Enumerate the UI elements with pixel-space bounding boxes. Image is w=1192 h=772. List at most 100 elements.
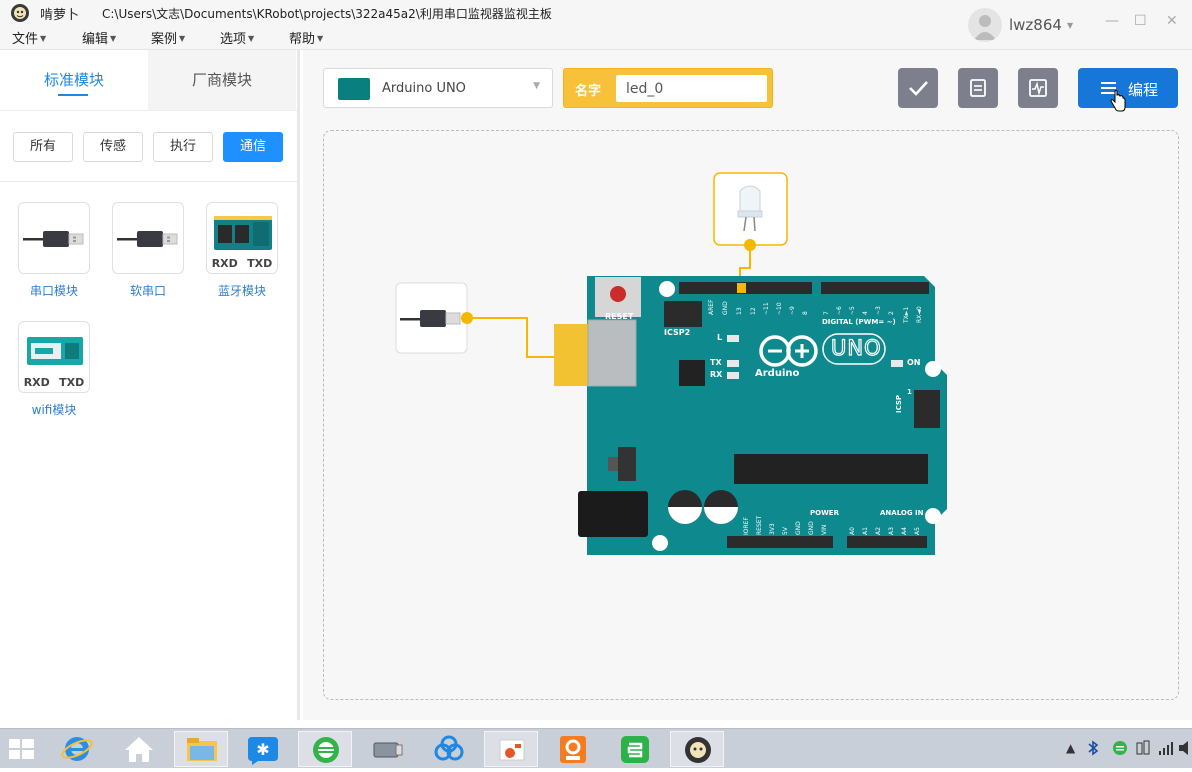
- usb-app-icon: [373, 742, 403, 758]
- star-app-icon: ✱: [248, 737, 278, 765]
- taskbar-green-app[interactable]: [298, 731, 352, 767]
- taskbar-pdf-app[interactable]: [546, 731, 600, 767]
- taskbar-office-app[interactable]: [484, 731, 538, 767]
- avatar-icon: [968, 8, 1002, 42]
- rx-label: RX: [710, 370, 723, 379]
- program-button[interactable]: 编程: [1078, 68, 1178, 112]
- serial-monitor-button[interactable]: [1018, 68, 1058, 108]
- module-card[interactable]: [112, 202, 184, 274]
- on-label: ON: [907, 358, 921, 367]
- volume-icon[interactable]: [1178, 740, 1192, 756]
- save-icon: [970, 79, 986, 97]
- network-icon[interactable]: [1158, 740, 1174, 756]
- pin-label: GND: [722, 301, 729, 315]
- pin-label: IOREF: [743, 517, 750, 535]
- module-wifi[interactable]: RXD TXD wifi模块: [9, 321, 99, 418]
- canvas-drawing: [395, 172, 947, 555]
- hand-cursor-icon: [1110, 90, 1126, 112]
- taskbar-krobot-app[interactable]: [670, 731, 724, 767]
- board-select-value: Arduino UNO: [382, 81, 466, 96]
- app-name: 啃萝卜: [40, 8, 80, 23]
- filter-actuator-button[interactable]: 执行: [153, 132, 213, 162]
- menu-options[interactable]: 选项 ▼: [220, 28, 254, 47]
- analog-label: ANALOG IN: [880, 509, 924, 517]
- verify-button[interactable]: [898, 68, 938, 108]
- pin-label: ~10: [776, 302, 783, 315]
- user-menu[interactable]: lwz864 ▼: [968, 8, 1073, 42]
- monitor-icon: [1029, 79, 1047, 97]
- design-canvas[interactable]: RESET ICSP2 DIGITAL (PWM= ~) Arduino UNO…: [323, 130, 1179, 700]
- module-soft-serial[interactable]: 软串口: [103, 202, 193, 299]
- bluetooth-icon[interactable]: [1087, 740, 1099, 756]
- taskbar-explorer[interactable]: [174, 731, 228, 767]
- led-l-label: L: [717, 333, 723, 342]
- menu-edit[interactable]: 编辑 ▼: [82, 28, 116, 47]
- filter-comm-button[interactable]: 通信: [223, 132, 283, 162]
- sidebar-tabs: 标准模块 厂商模块: [0, 50, 297, 110]
- start-button[interactable]: [0, 731, 44, 767]
- pin-label: RX◄0: [916, 306, 923, 323]
- maximize-button[interactable]: ☐: [1134, 13, 1147, 29]
- tray-device-icon[interactable]: [1135, 740, 1151, 756]
- module-card[interactable]: [18, 202, 90, 274]
- tx-label: TX: [710, 358, 722, 367]
- tray-sync-icon[interactable]: [1112, 740, 1128, 756]
- module-bluetooth[interactable]: RXD TXD 蓝牙模块: [197, 202, 287, 299]
- pin-label: ~11: [763, 302, 770, 315]
- taskbar-cloud-app[interactable]: [422, 731, 476, 767]
- wps-icon: [621, 736, 649, 763]
- filter-all-button[interactable]: 所有: [13, 132, 73, 162]
- pin-label: 2: [888, 311, 895, 315]
- led-node[interactable]: [713, 172, 788, 246]
- tray-expand-icon[interactable]: ▲: [1066, 741, 1075, 755]
- module-serial[interactable]: 串口模块: [9, 202, 99, 299]
- menu-help[interactable]: 帮助 ▼: [289, 28, 323, 47]
- taskbar: ✱ ▲: [0, 728, 1192, 768]
- module-card[interactable]: RXD TXD: [206, 202, 278, 274]
- arduino-board-icon: [338, 78, 370, 100]
- menu-examples[interactable]: 案例 ▼: [151, 28, 185, 47]
- tab-vendor-modules[interactable]: 厂商模块: [148, 50, 296, 110]
- pin-label: AREF: [708, 299, 715, 315]
- pin-label: ~6: [836, 306, 843, 315]
- module-card[interactable]: RXD TXD: [18, 321, 90, 393]
- minimize-button[interactable]: —: [1105, 13, 1119, 29]
- menu-file[interactable]: 文件 ▼: [12, 28, 46, 47]
- icsp-pin-one-label: 1: [907, 388, 912, 396]
- pin-label: 13: [736, 307, 743, 315]
- taskbar-star-app[interactable]: ✱: [236, 731, 290, 767]
- close-button[interactable]: ✕: [1166, 13, 1178, 29]
- name-label: 名字: [575, 84, 602, 99]
- taskbar-wps-app[interactable]: [608, 731, 662, 767]
- digital-label: DIGITAL (PWM= ~): [822, 318, 896, 326]
- board-select[interactable]: Arduino UNO ▼: [323, 68, 553, 108]
- taskbar-usb-app[interactable]: [360, 731, 414, 767]
- pin-label: ~9: [789, 306, 796, 315]
- pin-label: A3: [888, 527, 895, 535]
- menu-options-label: 选项: [220, 32, 247, 47]
- module-label: 蓝牙模块: [217, 284, 266, 298]
- taskbar-ie[interactable]: [50, 731, 104, 767]
- pin-label: A1: [862, 527, 869, 535]
- pin-label: A4: [901, 527, 908, 535]
- serial-connector-dot[interactable]: [461, 312, 473, 324]
- name-input[interactable]: [616, 75, 767, 102]
- led-connector-dot[interactable]: [744, 239, 756, 251]
- icsp-label: ICSP: [895, 394, 903, 413]
- serial-module-node[interactable]: [395, 282, 468, 354]
- filter-sensor-button[interactable]: 传感: [83, 132, 143, 162]
- tab-standard-modules[interactable]: 标准模块: [0, 50, 148, 110]
- green-sync-icon: [313, 737, 339, 763]
- checkmark-icon: [909, 81, 928, 96]
- cloud-icon: [434, 735, 464, 761]
- pin-label: 12: [750, 307, 757, 315]
- menu-edit-label: 编辑: [82, 32, 109, 47]
- taskbar-home[interactable]: [112, 731, 166, 767]
- menu-help-label: 帮助: [289, 32, 316, 47]
- save-button[interactable]: [958, 68, 998, 108]
- txd-label: TXD: [247, 257, 273, 270]
- app-logo-icon: [11, 4, 29, 22]
- serial-wire: [467, 317, 555, 358]
- power-label: POWER: [810, 509, 839, 517]
- rxd-label: RXD: [23, 376, 50, 389]
